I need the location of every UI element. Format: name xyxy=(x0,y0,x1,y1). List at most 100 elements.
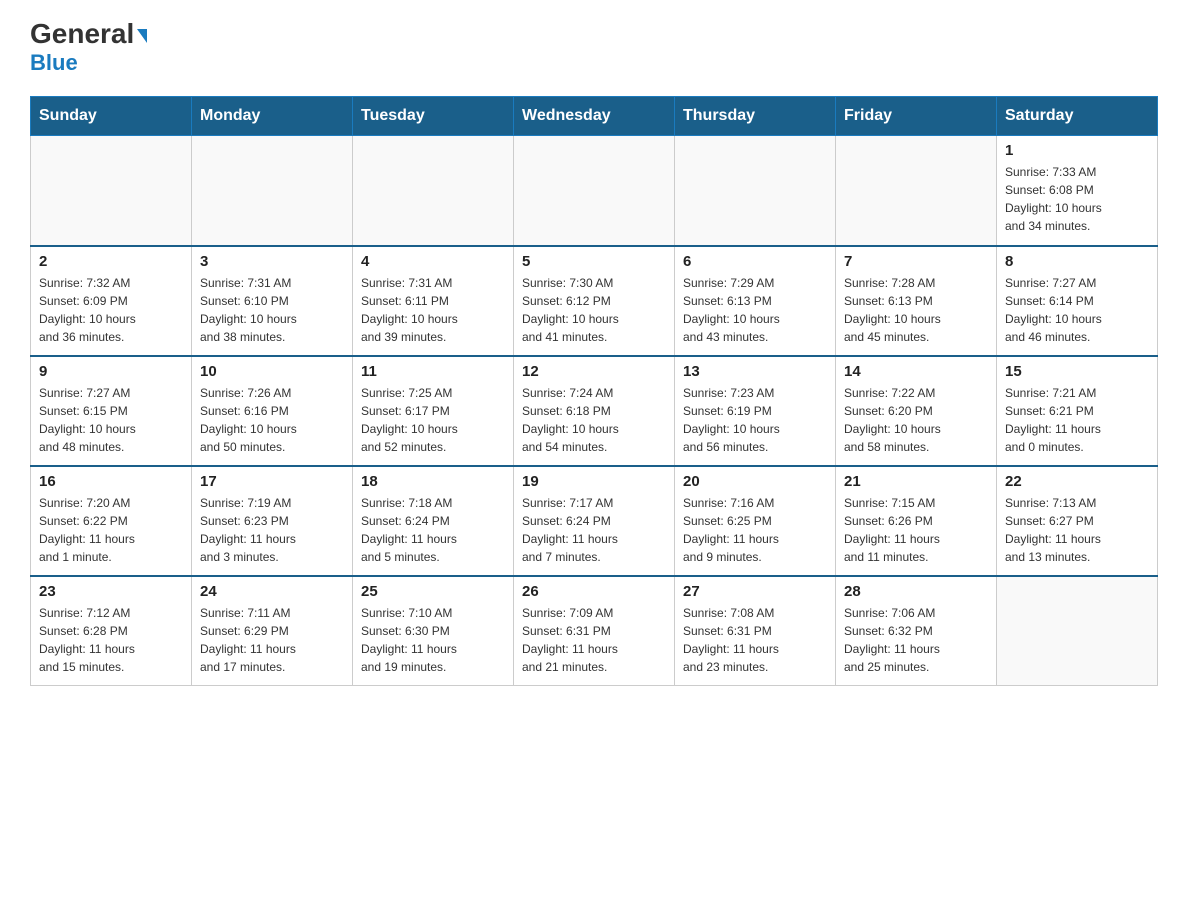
day-number: 16 xyxy=(39,473,183,490)
calendar-cell xyxy=(31,136,192,246)
day-info: Sunrise: 7:23 AM Sunset: 6:19 PM Dayligh… xyxy=(683,384,827,456)
calendar-cell xyxy=(836,136,997,246)
day-info: Sunrise: 7:27 AM Sunset: 6:15 PM Dayligh… xyxy=(39,384,183,456)
calendar-cell: 9 Sunrise: 7:27 AM Sunset: 6:15 PM Daylig… xyxy=(31,356,192,466)
day-number: 10 xyxy=(200,363,344,380)
logo-general: General xyxy=(30,20,147,48)
day-info: Sunrise: 7:06 AM Sunset: 6:32 PM Dayligh… xyxy=(844,604,988,676)
day-number: 21 xyxy=(844,473,988,490)
logo-blue: Blue xyxy=(30,50,78,76)
day-info: Sunrise: 7:21 AM Sunset: 6:21 PM Dayligh… xyxy=(1005,384,1149,456)
calendar-header-friday: Friday xyxy=(836,97,997,136)
calendar-header-tuesday: Tuesday xyxy=(353,97,514,136)
calendar-cell: 25 Sunrise: 7:10 AM Sunset: 6:30 PM Dayli… xyxy=(353,576,514,686)
calendar-cell: 20 Sunrise: 7:16 AM Sunset: 6:25 PM Dayli… xyxy=(675,466,836,576)
calendar-header-monday: Monday xyxy=(192,97,353,136)
calendar-cell: 24 Sunrise: 7:11 AM Sunset: 6:29 PM Dayli… xyxy=(192,576,353,686)
calendar-header-wednesday: Wednesday xyxy=(514,97,675,136)
day-info: Sunrise: 7:31 AM Sunset: 6:11 PM Dayligh… xyxy=(361,274,505,346)
day-info: Sunrise: 7:24 AM Sunset: 6:18 PM Dayligh… xyxy=(522,384,666,456)
day-number: 19 xyxy=(522,473,666,490)
day-number: 25 xyxy=(361,583,505,600)
day-info: Sunrise: 7:22 AM Sunset: 6:20 PM Dayligh… xyxy=(844,384,988,456)
calendar-cell: 2 Sunrise: 7:32 AM Sunset: 6:09 PM Daylig… xyxy=(31,246,192,356)
logo: General Blue xyxy=(30,20,147,76)
calendar-cell: 10 Sunrise: 7:26 AM Sunset: 6:16 PM Dayli… xyxy=(192,356,353,466)
calendar-cell: 8 Sunrise: 7:27 AM Sunset: 6:14 PM Daylig… xyxy=(997,246,1158,356)
calendar-cell: 3 Sunrise: 7:31 AM Sunset: 6:10 PM Daylig… xyxy=(192,246,353,356)
day-number: 23 xyxy=(39,583,183,600)
day-info: Sunrise: 7:25 AM Sunset: 6:17 PM Dayligh… xyxy=(361,384,505,456)
day-number: 20 xyxy=(683,473,827,490)
day-info: Sunrise: 7:28 AM Sunset: 6:13 PM Dayligh… xyxy=(844,274,988,346)
calendar-cell: 13 Sunrise: 7:23 AM Sunset: 6:19 PM Dayli… xyxy=(675,356,836,466)
day-info: Sunrise: 7:31 AM Sunset: 6:10 PM Dayligh… xyxy=(200,274,344,346)
day-number: 5 xyxy=(522,253,666,270)
day-info: Sunrise: 7:16 AM Sunset: 6:25 PM Dayligh… xyxy=(683,494,827,566)
calendar-cell: 21 Sunrise: 7:15 AM Sunset: 6:26 PM Dayli… xyxy=(836,466,997,576)
calendar-cell: 15Sunrise: 7:21 AM Sunset: 6:21 PM Dayli… xyxy=(997,356,1158,466)
day-number: 27 xyxy=(683,583,827,600)
calendar-cell xyxy=(675,136,836,246)
calendar-week-row: 2 Sunrise: 7:32 AM Sunset: 6:09 PM Daylig… xyxy=(31,246,1158,356)
day-number: 11 xyxy=(361,363,505,380)
day-number: 28 xyxy=(844,583,988,600)
calendar-cell: 1 Sunrise: 7:33 AM Sunset: 6:08 PM Daylig… xyxy=(997,136,1158,246)
calendar-header-thursday: Thursday xyxy=(675,97,836,136)
calendar-cell: 23 Sunrise: 7:12 AM Sunset: 6:28 PM Dayli… xyxy=(31,576,192,686)
day-info: Sunrise: 7:10 AM Sunset: 6:30 PM Dayligh… xyxy=(361,604,505,676)
calendar-cell: 16Sunrise: 7:20 AM Sunset: 6:22 PM Dayli… xyxy=(31,466,192,576)
day-number: 1 xyxy=(1005,142,1149,159)
day-info: Sunrise: 7:11 AM Sunset: 6:29 PM Dayligh… xyxy=(200,604,344,676)
day-info: Sunrise: 7:12 AM Sunset: 6:28 PM Dayligh… xyxy=(39,604,183,676)
calendar-header-row: SundayMondayTuesdayWednesdayThursdayFrid… xyxy=(31,97,1158,136)
calendar-cell: 4 Sunrise: 7:31 AM Sunset: 6:11 PM Daylig… xyxy=(353,246,514,356)
day-number: 18 xyxy=(361,473,505,490)
day-number: 12 xyxy=(522,363,666,380)
day-number: 8 xyxy=(1005,253,1149,270)
calendar-cell: 17 Sunrise: 7:19 AM Sunset: 6:23 PM Dayli… xyxy=(192,466,353,576)
day-number: 4 xyxy=(361,253,505,270)
day-number: 6 xyxy=(683,253,827,270)
day-number: 9 xyxy=(39,363,183,380)
calendar-cell: 19Sunrise: 7:17 AM Sunset: 6:24 PM Dayli… xyxy=(514,466,675,576)
day-info: Sunrise: 7:13 AM Sunset: 6:27 PM Dayligh… xyxy=(1005,494,1149,566)
calendar-week-row: 9 Sunrise: 7:27 AM Sunset: 6:15 PM Daylig… xyxy=(31,356,1158,466)
calendar-cell xyxy=(192,136,353,246)
calendar-cell xyxy=(997,576,1158,686)
day-info: Sunrise: 7:29 AM Sunset: 6:13 PM Dayligh… xyxy=(683,274,827,346)
calendar-cell: 11 Sunrise: 7:25 AM Sunset: 6:17 PM Dayli… xyxy=(353,356,514,466)
calendar-cell: 28 Sunrise: 7:06 AM Sunset: 6:32 PM Dayli… xyxy=(836,576,997,686)
day-info: Sunrise: 7:30 AM Sunset: 6:12 PM Dayligh… xyxy=(522,274,666,346)
day-number: 22 xyxy=(1005,473,1149,490)
calendar-header-sunday: Sunday xyxy=(31,97,192,136)
day-info: Sunrise: 7:15 AM Sunset: 6:26 PM Dayligh… xyxy=(844,494,988,566)
calendar-cell xyxy=(514,136,675,246)
calendar-week-row: 23 Sunrise: 7:12 AM Sunset: 6:28 PM Dayli… xyxy=(31,576,1158,686)
day-number: 26 xyxy=(522,583,666,600)
calendar-week-row: 16Sunrise: 7:20 AM Sunset: 6:22 PM Dayli… xyxy=(31,466,1158,576)
calendar-cell: 22 Sunrise: 7:13 AM Sunset: 6:27 PM Dayli… xyxy=(997,466,1158,576)
day-number: 17 xyxy=(200,473,344,490)
day-info: Sunrise: 7:19 AM Sunset: 6:23 PM Dayligh… xyxy=(200,494,344,566)
calendar-header-saturday: Saturday xyxy=(997,97,1158,136)
calendar-cell: 6 Sunrise: 7:29 AM Sunset: 6:13 PM Daylig… xyxy=(675,246,836,356)
calendar-cell: 5 Sunrise: 7:30 AM Sunset: 6:12 PM Daylig… xyxy=(514,246,675,356)
calendar-cell: 26 Sunrise: 7:09 AM Sunset: 6:31 PM Dayli… xyxy=(514,576,675,686)
day-number: 3 xyxy=(200,253,344,270)
day-info: Sunrise: 7:26 AM Sunset: 6:16 PM Dayligh… xyxy=(200,384,344,456)
day-info: Sunrise: 7:33 AM Sunset: 6:08 PM Dayligh… xyxy=(1005,163,1149,235)
day-info: Sunrise: 7:09 AM Sunset: 6:31 PM Dayligh… xyxy=(522,604,666,676)
calendar-cell: 14Sunrise: 7:22 AM Sunset: 6:20 PM Dayli… xyxy=(836,356,997,466)
calendar-cell xyxy=(353,136,514,246)
calendar-table: SundayMondayTuesdayWednesdayThursdayFrid… xyxy=(30,96,1158,686)
day-number: 2 xyxy=(39,253,183,270)
day-number: 24 xyxy=(200,583,344,600)
day-info: Sunrise: 7:32 AM Sunset: 6:09 PM Dayligh… xyxy=(39,274,183,346)
day-info: Sunrise: 7:08 AM Sunset: 6:31 PM Dayligh… xyxy=(683,604,827,676)
day-number: 7 xyxy=(844,253,988,270)
calendar-cell: 27 Sunrise: 7:08 AM Sunset: 6:31 PM Dayli… xyxy=(675,576,836,686)
day-number: 13 xyxy=(683,363,827,380)
day-info: Sunrise: 7:27 AM Sunset: 6:14 PM Dayligh… xyxy=(1005,274,1149,346)
calendar-cell: 7 Sunrise: 7:28 AM Sunset: 6:13 PM Daylig… xyxy=(836,246,997,356)
